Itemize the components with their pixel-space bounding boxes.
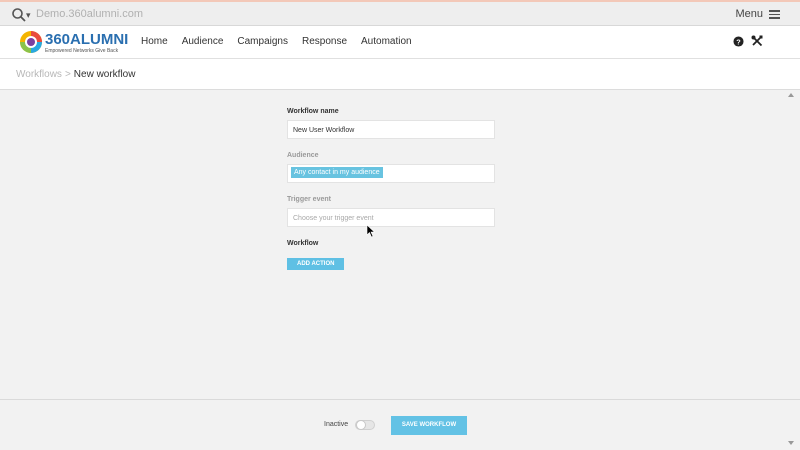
nav-response[interactable]: Response bbox=[302, 36, 347, 47]
breadcrumb-separator: > bbox=[64, 69, 71, 80]
active-toggle[interactable] bbox=[355, 420, 375, 430]
workflow-name-group: Workflow name New User Workflow bbox=[287, 108, 495, 139]
logo-wordmark: 360ALUMNI Empowered Networks Give Back bbox=[45, 31, 128, 54]
top-bar: ▾ Demo.360alumni.com Menu bbox=[0, 0, 800, 26]
breadcrumb-workflows-link[interactable]: Workflows bbox=[16, 69, 62, 80]
tools-icon[interactable] bbox=[751, 35, 763, 47]
nav-items: Home Audience Campaigns Response Automat… bbox=[141, 36, 426, 47]
nav-audience[interactable]: Audience bbox=[182, 36, 224, 47]
status-label: Inactive bbox=[324, 421, 349, 428]
domain-text: Demo.360alumni.com bbox=[36, 8, 143, 20]
menu-button[interactable]: Menu bbox=[735, 8, 780, 20]
trigger-select[interactable]: Choose your trigger event bbox=[287, 208, 495, 227]
hamburger-icon bbox=[769, 10, 780, 19]
nav-home[interactable]: Home bbox=[141, 36, 168, 47]
nav-campaigns[interactable]: Campaigns bbox=[237, 36, 288, 47]
svg-text:?: ? bbox=[736, 37, 741, 46]
trigger-group: Trigger event Choose your trigger event bbox=[287, 196, 495, 227]
breadcrumb-current: New workflow bbox=[73, 69, 136, 80]
mouse-cursor-icon bbox=[366, 224, 376, 238]
workflow-name-input[interactable]: New User Workflow bbox=[287, 120, 495, 139]
svg-text:Empowered Networks Give Back: Empowered Networks Give Back bbox=[45, 48, 119, 54]
search-icon[interactable] bbox=[11, 7, 27, 23]
save-workflow-button[interactable]: SAVE WORKFLOW bbox=[391, 416, 467, 435]
logo-mark-icon bbox=[20, 31, 42, 53]
svg-text:360ALUMNI: 360ALUMNI bbox=[45, 31, 128, 48]
audience-tag[interactable]: Any contact in my audience bbox=[291, 167, 383, 178]
nav-automation[interactable]: Automation bbox=[361, 36, 412, 47]
main-nav: 360ALUMNI Empowered Networks Give Back H… bbox=[0, 26, 800, 59]
add-action-button[interactable]: ADD ACTION bbox=[287, 258, 345, 270]
trigger-label: Trigger event bbox=[287, 196, 331, 203]
audience-select[interactable]: Any contact in my audience bbox=[287, 164, 495, 183]
breadcrumb: Workflows > New workflow bbox=[16, 69, 135, 80]
caret-down-icon[interactable]: ▾ bbox=[26, 10, 31, 21]
scroll-down-arrow[interactable] bbox=[788, 441, 794, 445]
help-icon[interactable]: ? bbox=[733, 36, 744, 47]
workflow-label: Workflow bbox=[287, 240, 319, 247]
audience-group: Audience Any contact in my audience bbox=[287, 152, 495, 183]
workflow-name-label: Workflow name bbox=[287, 108, 339, 115]
scroll-up-arrow[interactable] bbox=[788, 93, 794, 97]
breadcrumb-bar: Workflows > New workflow bbox=[0, 59, 800, 90]
logo[interactable]: 360ALUMNI Empowered Networks Give Back bbox=[18, 29, 128, 55]
workflow-form: Workflow name New User Workflow Audience… bbox=[287, 108, 495, 270]
toggle-knob bbox=[356, 420, 366, 430]
workflow-group: Workflow ADD ACTION bbox=[287, 240, 495, 270]
menu-label: Menu bbox=[735, 8, 763, 20]
audience-label: Audience bbox=[287, 152, 319, 159]
footer-bar: Inactive SAVE WORKFLOW bbox=[0, 399, 800, 450]
